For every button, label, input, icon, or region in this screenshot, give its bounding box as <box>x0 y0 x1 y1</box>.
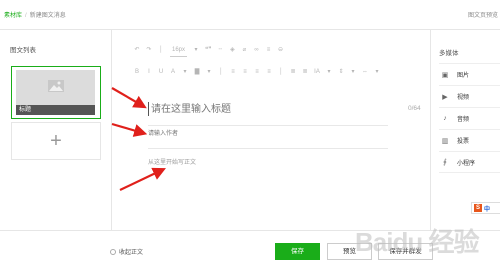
arrow-to-title <box>111 87 147 109</box>
arrow-to-body <box>119 167 166 191</box>
arrow-to-author <box>111 122 148 137</box>
annotation-arrows <box>111 87 166 191</box>
